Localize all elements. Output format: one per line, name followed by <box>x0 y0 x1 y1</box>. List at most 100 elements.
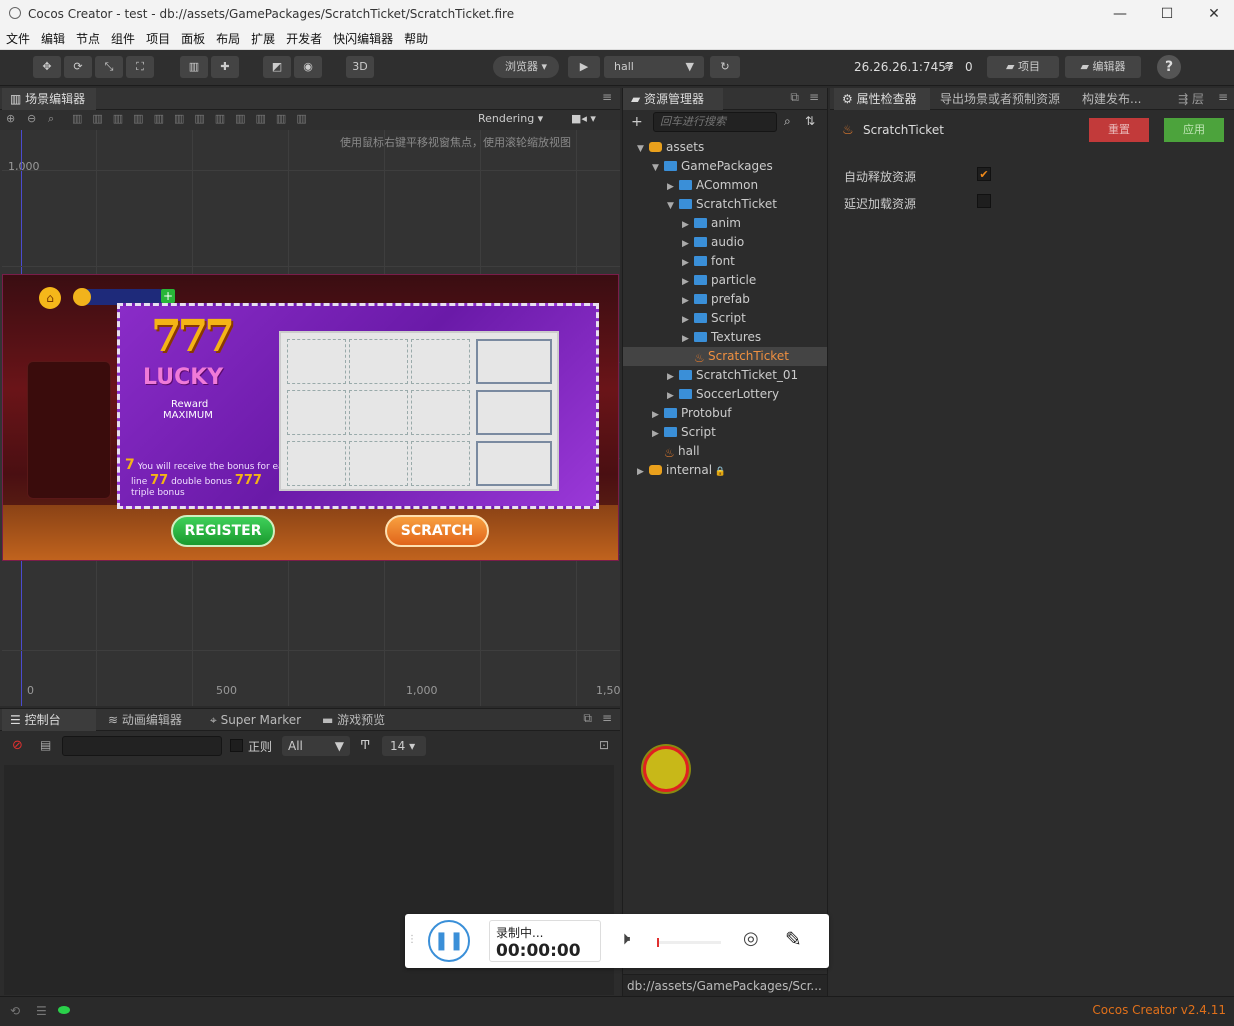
tab-asset-manager[interactable]: ▰ 资源管理器 <box>623 88 723 110</box>
asset-tree-item[interactable]: ▼ assets <box>623 138 827 157</box>
add-coin-icon[interactable]: + <box>161 289 175 303</box>
open-editor-button[interactable]: ▰ 编辑器 <box>1065 56 1141 78</box>
asset-tree-item[interactable]: ▶ Protobuf <box>623 404 827 423</box>
collapse-icon[interactable]: ⊡ <box>599 738 609 752</box>
scratch-cell[interactable] <box>287 339 346 384</box>
collapsed-arrow-icon[interactable]: ▶ <box>637 463 649 482</box>
scratch-cell[interactable] <box>287 441 346 486</box>
maximize-button[interactable]: ☐ <box>1157 4 1177 24</box>
scratch-cell[interactable] <box>349 339 408 384</box>
clear-console-icon[interactable]: ⊘ <box>12 738 23 753</box>
pause-button[interactable]: ❚❚ <box>428 920 470 962</box>
play-button[interactable]: ▶ <box>568 56 600 78</box>
webcam-icon[interactable]: ◎ <box>743 928 759 949</box>
menu-layout[interactable]: 布局 <box>216 30 240 47</box>
menu-panel[interactable]: 面板 <box>181 30 205 47</box>
hierarchy-icon[interactable]: ⇶ 层 <box>1178 90 1204 107</box>
scale-tool-icon[interactable]: ⤡ <box>95 56 123 78</box>
scratch-cell[interactable] <box>349 390 408 435</box>
camera-icon[interactable]: ■◂ ▾ <box>571 112 596 125</box>
sync-icon[interactable]: ⟲ <box>10 1004 20 1018</box>
asset-tree-item[interactable]: ▼ GamePackages <box>623 157 827 176</box>
tab-game-preview[interactable]: ▬ 游戏预览 <box>314 709 393 731</box>
scratch-prize-cell[interactable] <box>476 339 552 384</box>
popout-icon[interactable]: ⧉ <box>790 90 799 105</box>
scratch-cell[interactable] <box>349 441 408 486</box>
zoom-in-icon[interactable]: ⊕ <box>6 112 15 125</box>
asset-tree-item[interactable]: ▶ internal 🔒 <box>623 461 827 480</box>
asset-tree-item[interactable]: ▶ prefab <box>623 290 827 309</box>
menu-node[interactable]: 节点 <box>76 30 100 47</box>
scratch-cell[interactable] <box>411 339 470 384</box>
pivot-toggle-icon[interactable]: ▥ <box>180 56 208 78</box>
scene-select[interactable]: hall ▼ <box>604 56 704 78</box>
console-filter-input[interactable] <box>62 736 222 756</box>
volume-slider-thumb[interactable] <box>657 938 659 947</box>
menu-component[interactable]: 组件 <box>111 30 135 47</box>
asset-tree-item[interactable]: ▶ ScratchTicket_01 <box>623 366 827 385</box>
align-tools-icon[interactable]: ▥▥▥▥▥▥▥▥▥▥▥▥ <box>72 112 317 125</box>
asset-tree-item[interactable]: ▶ particle <box>623 271 827 290</box>
asset-tree-item[interactable]: ▶ ACommon <box>623 176 827 195</box>
zoom-reset-icon[interactable]: ⌕ <box>48 112 54 126</box>
popout-icon[interactable]: ⧉ <box>583 711 592 726</box>
scratch-cell[interactable] <box>411 390 470 435</box>
open-project-button[interactable]: ▰ 项目 <box>987 56 1059 78</box>
tab-console[interactable]: ☰ 控制台 <box>2 709 96 731</box>
asset-search-input[interactable] <box>653 112 777 132</box>
scratch-prize-cell[interactable] <box>476 441 552 486</box>
auto-release-checkbox[interactable]: ✔ <box>977 167 991 181</box>
pen-icon[interactable]: ✎ <box>785 927 802 951</box>
font-size-select[interactable]: 14 ▾ <box>382 736 426 756</box>
menu-edit[interactable]: 编辑 <box>41 30 65 47</box>
register-button[interactable]: REGISTER <box>171 515 275 547</box>
panel-menu-icon[interactable]: ≡ <box>602 711 612 725</box>
rotate-tool-icon[interactable]: ⟳ <box>64 56 92 78</box>
db-icon[interactable]: ☰ <box>36 1004 47 1018</box>
menu-help[interactable]: 帮助 <box>404 30 428 47</box>
panel-menu-icon[interactable]: ≡ <box>602 90 612 104</box>
menu-file[interactable]: 文件 <box>6 30 30 47</box>
global-toggle-icon[interactable]: ✚ <box>211 56 239 78</box>
menu-project[interactable]: 项目 <box>146 30 170 47</box>
snap-toggle-icon[interactable]: ◩ <box>263 56 291 78</box>
rendering-select[interactable]: Rendering ▾ <box>478 112 543 125</box>
move-tool-icon[interactable]: ✥ <box>33 56 61 78</box>
minimize-button[interactable]: — <box>1110 4 1130 24</box>
help-button[interactable]: ? <box>1157 55 1181 79</box>
add-asset-icon[interactable]: + <box>631 114 643 130</box>
delay-load-checkbox[interactable] <box>977 194 991 208</box>
record-toggle-icon[interactable]: ◉ <box>294 56 322 78</box>
refresh-button[interactable]: ↻ <box>710 56 740 78</box>
menu-flash-editor[interactable]: 快闪编辑器 <box>333 30 393 47</box>
scratch-cell[interactable] <box>411 441 470 486</box>
tab-scene-editor[interactable]: ▥ 场景编辑器 <box>2 88 96 110</box>
regex-checkbox[interactable] <box>230 739 243 752</box>
drag-handle-icon[interactable]: ⋮ <box>407 934 417 945</box>
speaker-mute-icon[interactable]: 🕨 <box>619 928 630 949</box>
asset-tree-item[interactable]: ▶ Textures <box>623 328 827 347</box>
home-icon[interactable]: ⌂ <box>39 287 61 309</box>
scratch-button[interactable]: SCRATCH <box>385 515 489 547</box>
asset-tree-item[interactable]: ▶ Script <box>623 309 827 328</box>
tab-inspector[interactable]: ⚙ 属性检查器 <box>834 88 930 110</box>
apply-button[interactable]: 应用 <box>1164 118 1224 142</box>
revert-button[interactable]: 重置 <box>1089 118 1149 142</box>
asset-tree-item[interactable]: ▼ ScratchTicket <box>623 195 827 214</box>
rect-tool-icon[interactable]: ⛶ <box>126 56 154 78</box>
log-level-select[interactable]: All ▼ <box>282 736 350 756</box>
panel-menu-icon[interactable]: ≡ <box>809 90 819 104</box>
sort-icon[interactable]: ⇅ <box>805 114 815 128</box>
open-log-icon[interactable]: ▤ <box>40 738 51 752</box>
3d-toggle-button[interactable]: 3D <box>346 56 374 78</box>
panel-menu-icon[interactable]: ≡ <box>1218 90 1228 104</box>
close-button[interactable]: ✕ <box>1204 4 1224 24</box>
volume-slider[interactable] <box>657 941 721 944</box>
search-icon[interactable]: ⌕ <box>784 114 791 129</box>
menu-extension[interactable]: 扩展 <box>251 30 275 47</box>
asset-tree-item[interactable]: ▶ font <box>623 252 827 271</box>
asset-tree-item[interactable]: ▶ audio <box>623 233 827 252</box>
asset-tree-item[interactable]: ▶ Script <box>623 423 827 442</box>
asset-tree-item[interactable]: ♨ ScratchTicket <box>623 347 827 366</box>
asset-tree-item[interactable]: ▶ SoccerLottery <box>623 385 827 404</box>
